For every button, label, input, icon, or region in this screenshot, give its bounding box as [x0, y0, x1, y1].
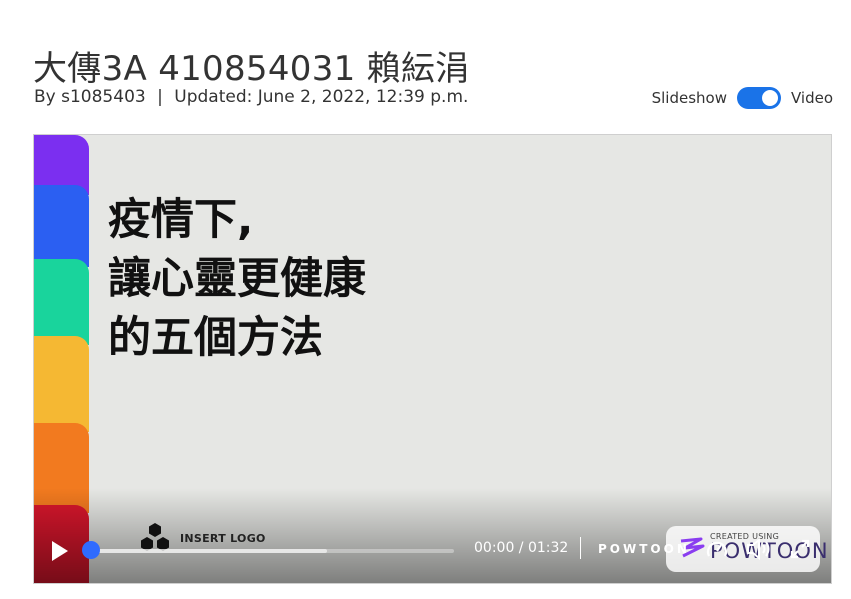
slide-line: 疫情下,	[108, 195, 254, 245]
video-player[interactable]: 疫情下, 讓心靈更健康 的五個方法 INSERT LOGO CREATED US…	[33, 134, 832, 584]
switch-knob	[761, 90, 778, 106]
speed-button[interactable]	[706, 539, 728, 563]
powtoon-wordmark: POWTOON	[598, 542, 690, 556]
video-label[interactable]: Video	[791, 89, 833, 107]
progress-bar[interactable]	[82, 541, 454, 559]
stripe-green	[34, 259, 89, 345]
play-button[interactable]	[52, 541, 68, 565]
stripe-yellow	[34, 336, 89, 432]
volume-button[interactable]	[746, 537, 772, 564]
speed-icon	[706, 541, 728, 557]
updated-date: Updated: June 2, 2022, 12:39 p.m.	[174, 87, 469, 107]
page-title: 大傳3A 410854031 賴紜涓	[33, 48, 470, 89]
current-time: 00:00	[474, 540, 515, 556]
slide-heading: 疫情下, 讓心靈更健康 的五個方法	[108, 191, 366, 368]
player-controls: 00:00 / 01:32 POWTOON	[34, 523, 831, 583]
duration: 01:32	[527, 540, 569, 556]
buffer-bar	[90, 549, 327, 553]
play-icon	[52, 541, 68, 561]
fullscreen-icon	[790, 539, 810, 559]
volume-icon	[747, 537, 770, 561]
view-mode-toggle: Slideshow Video	[652, 87, 833, 109]
view-mode-switch[interactable]	[736, 87, 781, 109]
time-separator: /	[514, 540, 528, 556]
fullscreen-button[interactable]	[790, 539, 810, 563]
time-display: 00:00 / 01:32	[474, 540, 568, 556]
byline-separator: |	[157, 87, 163, 107]
slide-line: 讓心靈更健康	[108, 254, 366, 304]
stripe-blue	[34, 185, 89, 267]
slideshow-label[interactable]: Slideshow	[652, 89, 727, 107]
byline: By s1085403 | Updated: June 2, 2022, 12:…	[34, 87, 468, 107]
slide-line: 的五個方法	[108, 313, 323, 363]
author[interactable]: By s1085403	[34, 87, 146, 107]
progress-handle[interactable]	[82, 541, 100, 559]
controls-divider	[580, 537, 581, 559]
